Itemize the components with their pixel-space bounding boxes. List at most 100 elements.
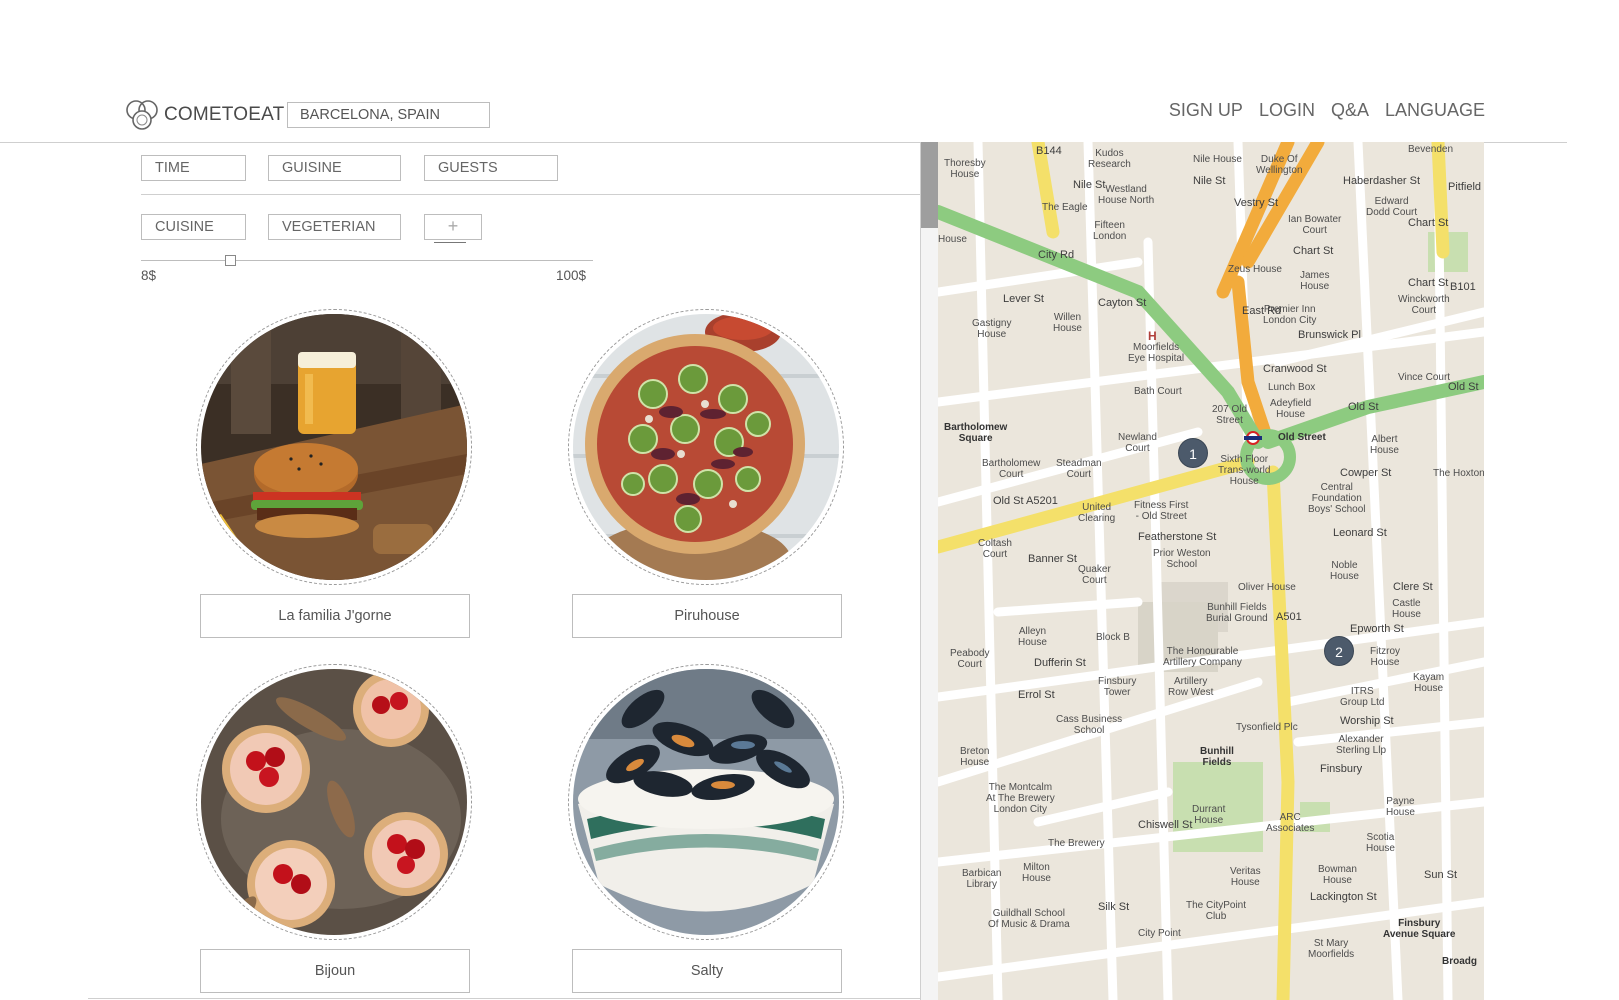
map-label: Broadg (1442, 956, 1477, 967)
map-label: Bevenden (1408, 144, 1454, 155)
restaurant-name-4[interactable]: Salty (572, 949, 842, 993)
vegeterian-filter[interactable]: VEGETERIAN (268, 214, 401, 240)
map-label: Bath Court (1134, 386, 1182, 397)
svg-text:H: H (1148, 329, 1157, 343)
map-label: Tysonfield Plc (1236, 722, 1298, 733)
map-label: Ian Bowater Court (1288, 214, 1342, 236)
price-max-label: 100$ (556, 268, 587, 283)
map-label: 207 Old Street (1212, 404, 1248, 426)
restaurant-name-1[interactable]: La familia J'gorne (200, 594, 470, 638)
restaurant-name-2[interactable]: Piruhouse (572, 594, 842, 638)
top-navigation: SIGN UP LOGIN Q&A LANGUAGE (1169, 100, 1485, 121)
map-label: Vince Court (1398, 372, 1451, 383)
map-label: Gastigny House (972, 318, 1012, 340)
map-label: Edward Dodd Court (1366, 196, 1418, 218)
map-roads: H (938, 142, 1484, 1000)
map-label: Silk St (1098, 901, 1130, 913)
restaurant-image-2[interactable] (568, 309, 844, 585)
cuisine-filter[interactable]: CUISINE (141, 214, 246, 240)
restaurant-image-1[interactable] (196, 309, 472, 585)
map-label: Bartholomew Square (944, 422, 1008, 444)
scrollbar-thumb[interactable] (921, 142, 938, 228)
map-label: Noble House (1330, 560, 1359, 582)
map-label: Barbican Library (962, 868, 1002, 890)
restaurant-image-3[interactable] (196, 664, 472, 940)
map-label: City Point (1138, 928, 1181, 939)
map-label: Veritas House (1230, 866, 1261, 888)
map-label: Pitfield St (1448, 181, 1484, 193)
map-label: ARC Associates (1266, 812, 1315, 834)
map-label: Finsbury (1320, 763, 1363, 775)
brand-name[interactable]: COMETOEAT (164, 104, 284, 126)
time-filter[interactable]: TIME (141, 155, 246, 181)
map-label: Breton House (960, 746, 990, 768)
map-label: Newland Court (1118, 432, 1157, 454)
price-slider-handle[interactable] (225, 255, 237, 266)
map-label: Moorfields Eye Hospital (1128, 342, 1185, 364)
map-label: Featherstone St (1138, 531, 1217, 543)
map-label: Willen House (1053, 312, 1082, 334)
map-label: Lackington St (1310, 891, 1377, 903)
map-label: Block B (1096, 632, 1130, 643)
guests-filter[interactable]: GUESTS (424, 155, 558, 181)
guisine-filter[interactable]: GUISINE (268, 155, 401, 181)
map-label: East Rd (1242, 305, 1282, 317)
map-label: The CityPoint Club (1186, 900, 1247, 922)
map-label: Dufferin St (1034, 657, 1086, 669)
price-slider-track[interactable] (141, 260, 593, 261)
map-label: Peabody Court (950, 648, 990, 670)
map-label: Finsbury Avenue Square (1383, 918, 1456, 940)
map-label: Sun St (1424, 869, 1458, 881)
map-label: Milton House (1022, 862, 1051, 884)
restaurant-name-3[interactable]: Bijoun (200, 949, 470, 993)
map-label: Kayam House (1413, 672, 1445, 694)
map-label: Kudos Research (1088, 148, 1131, 170)
map-label: Scotia House (1366, 832, 1395, 854)
price-min-label: 8$ (141, 268, 157, 283)
map-label: Alleyn House (1018, 626, 1047, 648)
login-link[interactable]: LOGIN (1259, 100, 1315, 121)
map-label: Old Street (1278, 432, 1326, 443)
map-label: B144 (1036, 145, 1062, 157)
map-label: Steadman Court (1056, 458, 1102, 480)
map-label: Oliver House (1238, 582, 1296, 593)
map-label: The Hoxton (1433, 468, 1484, 479)
add-filter-button[interactable]: + (424, 214, 482, 240)
map-label: Chiswell St (1138, 819, 1193, 831)
map-label: Chart St (1408, 217, 1449, 229)
map-label: Fifteen London (1093, 220, 1127, 242)
map-label: Central Foundation Boys' School (1308, 482, 1366, 515)
map-label: Bartholomew Court (982, 458, 1041, 480)
sign-up-link[interactable]: SIGN UP (1169, 100, 1243, 121)
map-label: City Rd (1038, 249, 1075, 261)
map-label: James House (1300, 270, 1330, 292)
map-label: Fitness First - Old Street (1134, 500, 1189, 522)
map-label: Old St (1348, 401, 1379, 413)
map-label: Coltash Court (978, 538, 1012, 560)
map-label: Old St (1448, 381, 1479, 393)
map-label: Bunhill Fields (1200, 746, 1234, 768)
map-label: Winckworth Court (1398, 294, 1450, 316)
map-label: Chart St (1293, 245, 1334, 257)
map-label: Guildhall School Of Music & Drama (988, 908, 1070, 930)
map-label: Prior Weston School (1153, 548, 1211, 570)
location-input[interactable]: BARCELONA, SPAIN (287, 102, 490, 128)
map-pin-1[interactable]: 1 (1178, 438, 1208, 468)
map-pin-2[interactable]: 2 (1324, 636, 1354, 666)
map-label: Lever St (1003, 293, 1044, 305)
language-link[interactable]: LANGUAGE (1385, 100, 1485, 121)
qa-link[interactable]: Q&A (1331, 100, 1369, 121)
map-label: Cranwood St (1263, 363, 1327, 375)
map-label: Nile St (1193, 175, 1226, 187)
map-label: Bunhill Fields Burial Ground (1206, 602, 1268, 624)
map-label: Albert House (1370, 434, 1399, 456)
scrollbar-track[interactable] (921, 142, 938, 1000)
map-label: Payne House (1386, 796, 1415, 818)
restaurant-image-4[interactable] (568, 664, 844, 940)
map-label: Leonard St (1333, 527, 1387, 539)
logo-icon[interactable] (124, 98, 160, 132)
map-label: Sixth Floor Trans-world House (1218, 454, 1271, 487)
map-label: Lunch Box (1268, 382, 1316, 393)
map-label: Fitzroy House (1370, 646, 1400, 668)
map-view[interactable]: H Kudos Research Nile House Duke Of Wellin… (938, 142, 1484, 1000)
